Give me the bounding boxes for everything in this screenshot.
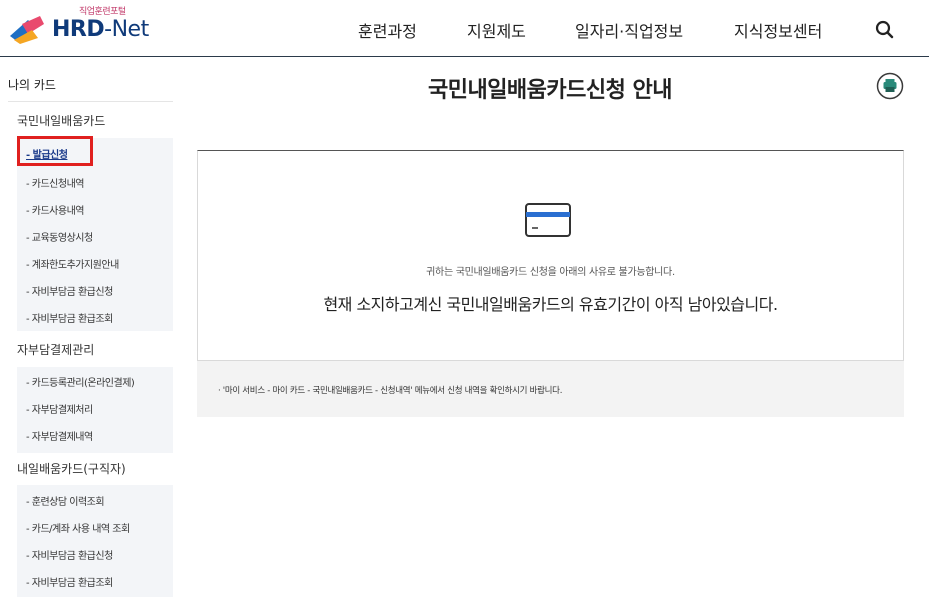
logo-title-hrd: HRD (52, 17, 105, 42)
info-text: · '마이 서비스 - 마이 카드 - 국민내일배움카드 - 신청내역' 메뉴에… (218, 386, 563, 396)
sidebar-title: 나의 카드 (8, 78, 56, 92)
highlight-box (17, 136, 93, 166)
sidebar-item-education-video[interactable]: - 교육동영상시청 (26, 229, 93, 244)
logo-title: HRD-Net (52, 17, 149, 42)
sidebar-heading-national-card[interactable]: 국민내일배움카드 (17, 112, 177, 129)
notice-subtext: 귀하는 국민내일배움카드 신청을 아래의 사유로 불가능합니다. (426, 267, 675, 278)
nav-knowledge-center[interactable]: 지식정보센터 (734, 18, 822, 42)
sidebar-item-refund-apply-2[interactable]: - 자비부담금 환급신청 (26, 547, 113, 562)
logo-title-net: Net (111, 17, 150, 42)
logo-mark-icon (10, 16, 44, 44)
page-title: 국민내일배움카드신청 안내 (427, 78, 673, 103)
sidebar-item-card-account-usage[interactable]: - 카드/계좌 사용 내역 조회 (26, 520, 130, 535)
nav-job-info[interactable]: 일자리·직업정보 (575, 18, 683, 42)
site-header: 직업훈련포털 HRD-Net 훈련과정 지원제도 일자리·직업정보 지식정보센터 (0, 0, 929, 57)
logo-subtitle: 직업훈련포털 (79, 7, 126, 17)
logo-title-dash: - (104, 17, 112, 42)
nav-support-system[interactable]: 지원제도 (467, 18, 526, 42)
sidebar-divider (8, 101, 173, 102)
sidebar-item-account-limit[interactable]: - 계좌한도추가지원안내 (26, 256, 119, 271)
sidebar-item-self-pay-history[interactable]: - 자부담결제내역 (26, 428, 93, 443)
sidebar-item-refund-inquiry-2[interactable]: - 자비부담금 환급조회 (26, 574, 113, 589)
sidebar-item-card-usage[interactable]: - 카드사용내역 (26, 202, 85, 217)
sidebar-heading-jobseeker-card[interactable]: 내일배움카드(구직자) (17, 460, 177, 477)
sidebar-item-refund-inquiry[interactable]: - 자비부담금 환급조회 (26, 310, 113, 325)
sidebar-item-consult-history[interactable]: - 훈련상담 이력조회 (26, 493, 105, 508)
sidebar-item-card-apply-history[interactable]: - 카드신청내역 (26, 175, 85, 190)
info-bar: · '마이 서비스 - 마이 카드 - 국민내일배움카드 - 신청내역' 메뉴에… (197, 361, 904, 417)
print-icon[interactable] (876, 72, 904, 100)
sidebar-heading-self-pay[interactable]: 자부담결제관리 (17, 341, 177, 358)
sidebar-item-card-register[interactable]: - 카드등록관리(온라인결제) (26, 374, 135, 389)
sidebar-item-self-pay-process[interactable]: - 자부담결제처리 (26, 401, 93, 416)
hrd-net-logo[interactable]: 직업훈련포털 HRD-Net (8, 4, 149, 50)
notice-box: 귀하는 국민내일배움카드 신청을 아래의 사유로 불가능합니다. 현재 소지하고… (197, 150, 904, 361)
nav-training-courses[interactable]: 훈련과정 (358, 18, 417, 42)
sidebar-item-refund-apply[interactable]: - 자비부담금 환급신청 (26, 283, 113, 298)
search-icon[interactable] (874, 19, 894, 39)
credit-card-icon (525, 203, 571, 237)
notice-main-text: 현재 소지하고계신 국민내일배움카드의 유효기간이 아직 남아있습니다. (323, 295, 778, 314)
